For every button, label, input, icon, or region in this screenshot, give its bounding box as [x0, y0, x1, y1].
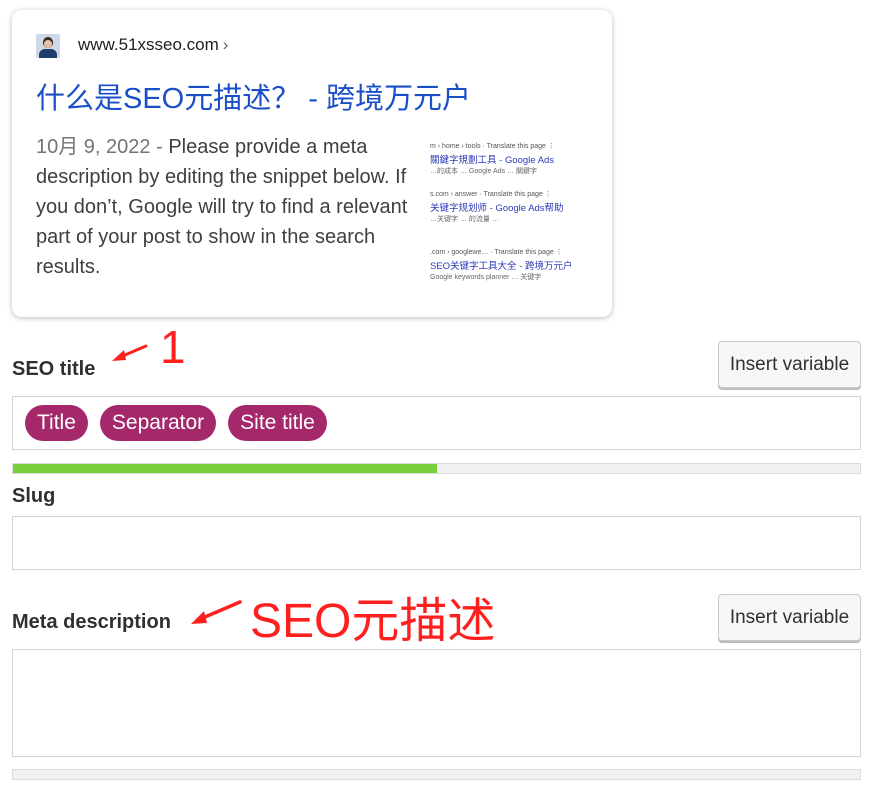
- thumb-result-url: .com › googlewe… · Translate this page ⋮: [430, 249, 563, 256]
- annotation-number-one: 1: [160, 321, 186, 373]
- snippet-date: 10月 9, 2022: [36, 136, 151, 158]
- seo-title-progress-fill: [13, 464, 437, 473]
- thumb-result-url: s.com › answer · Translate this page ⋮: [430, 191, 552, 198]
- thumb-result-title: 关键字规划师 - Google Ads帮助: [430, 203, 564, 214]
- snippet-thumbnail: m › home › tools · Translate this page ⋮…: [430, 140, 598, 292]
- seo-title-input[interactable]: Title Separator Site title: [12, 396, 861, 450]
- seo-title-insert-variable-button[interactable]: Insert variable: [718, 341, 861, 388]
- seo-title-label: SEO title: [12, 358, 96, 380]
- slug-label: Slug: [12, 485, 56, 507]
- thumb-result-desc: …的成本 … Google Ads … 關鍵字: [430, 168, 537, 175]
- snippet-url-text: www.51xsseo.com: [78, 35, 219, 54]
- thumb-result-title: SEO关键字工具大全 - 跨境万元户: [430, 261, 573, 272]
- meta-description-insert-variable-button[interactable]: Insert variable: [718, 594, 861, 641]
- seo-title-progress-bar: [12, 463, 861, 474]
- google-snippet-preview: www.51xsseo.com › 什么是SEO元描述？ - 跨境万元户 10月 …: [12, 10, 612, 317]
- seo-title-chips: Title Separator Site title: [13, 397, 860, 449]
- snippet-description: 10月 9, 2022 - Please provide a meta desc…: [36, 132, 418, 282]
- annotation-arrow-icon: [112, 344, 148, 361]
- thumb-result-desc: Google keywords planner … 关键字: [430, 274, 542, 281]
- snippet-title: 什么是SEO元描述？ - 跨境万元户: [36, 83, 472, 115]
- slug-input[interactable]: [12, 516, 861, 570]
- annotation-seo-meta-description: SEO元描述: [250, 595, 496, 648]
- meta-description-input[interactable]: [12, 649, 861, 757]
- meta-description-label: Meta description: [12, 611, 171, 633]
- annotation-arrow-icon: [191, 600, 242, 624]
- title-variable-chip[interactable]: Title: [25, 405, 88, 441]
- snippet-date-separator: -: [150, 136, 169, 158]
- site-title-variable-chip[interactable]: Site title: [228, 405, 327, 441]
- thumb-result-desc: …关键字 … 的流量 …: [430, 216, 499, 223]
- meta-description-progress-bar: [12, 769, 861, 780]
- site-favicon-icon: [36, 34, 60, 58]
- snippet-url: www.51xsseo.com ›: [78, 34, 228, 56]
- thumb-result-title: 關鍵字規劃工具 - Google Ads: [430, 155, 555, 166]
- separator-variable-chip[interactable]: Separator: [99, 405, 217, 441]
- url-chevron-icon: ›: [222, 35, 229, 54]
- thumb-result-url: m › home › tools · Translate this page ⋮: [430, 143, 555, 150]
